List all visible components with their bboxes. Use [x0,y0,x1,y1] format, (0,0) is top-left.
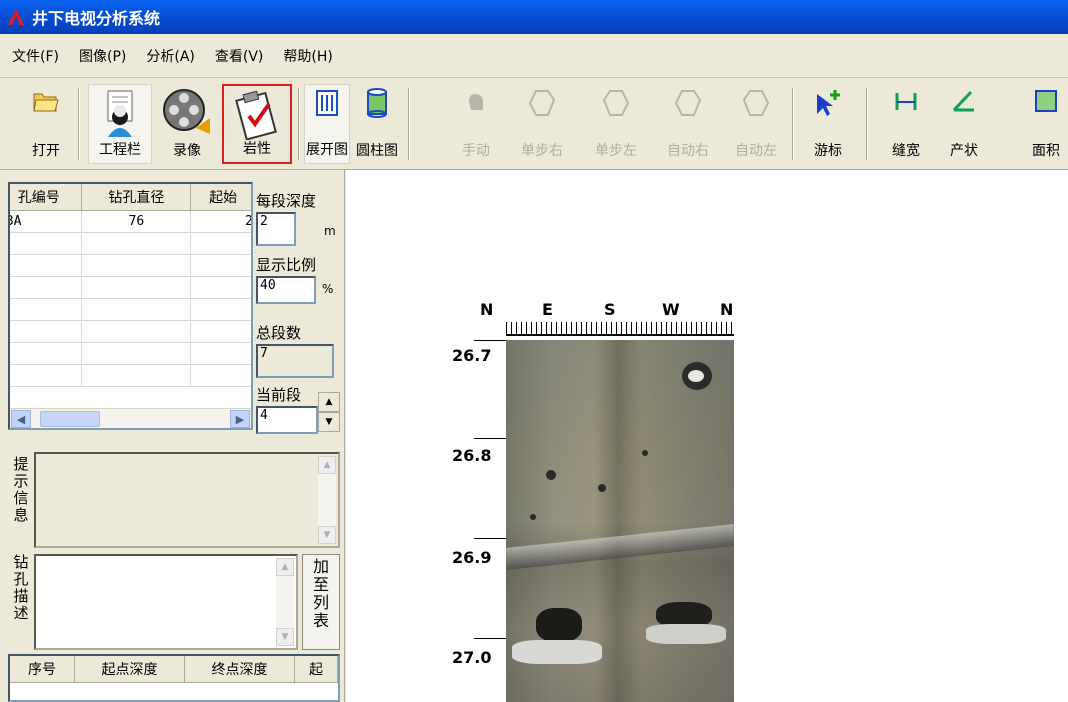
depth-unit: m [324,224,336,238]
scroll-right-icon[interactable]: ▶ [230,410,250,428]
auto-right-button[interactable]: 自动右 [660,84,716,164]
menu-view[interactable]: 查看(V) [211,44,268,68]
scroll-left-icon[interactable]: ◀ [11,410,31,428]
menu-file[interactable]: 文件(F) [8,44,63,68]
depth-per-seg-label: 每段深度 [256,192,317,210]
scroll-up-icon[interactable]: ▲ [318,456,336,474]
scroll-down-icon[interactable]: ▼ [318,526,336,544]
lithology-button[interactable]: 岩性 [222,84,292,164]
title-bar: 井下电视分析系统 [0,0,1068,34]
menu-bar: 文件(F) 图像(P) 分析(A) 查看(V) 帮助(H) [0,34,1068,78]
description-field[interactable]: ▲ ▼ [34,554,298,650]
app-logo-icon [8,9,24,25]
gap-width-button[interactable]: 缝宽 [886,84,926,164]
attitude-button[interactable]: 产状 [944,84,984,164]
depth-label: 26.8 [452,446,492,465]
depth-per-seg-field[interactable]: 2 [256,212,296,246]
auto-left-button[interactable]: 自动左 [728,84,784,164]
borehole-table[interactable]: 孔编号 钻孔直径 起始 53A 76 2 ◀ ▶ [8,182,253,430]
film-reel-icon [163,89,210,134]
col-hole-id[interactable]: 孔编号 [10,184,83,211]
total-segments-label: 总段数 [256,324,302,342]
engineer-icon [107,90,133,137]
record-button[interactable]: 录像 [156,84,218,164]
ruler-ticks [506,322,734,336]
scroll-down-icon[interactable]: ▼ [276,628,294,646]
spin-up-icon[interactable]: ▲ [318,392,340,412]
scale-label: 显示比例 [256,256,317,274]
scale-field[interactable]: 40 [256,276,316,304]
depth-label: 26.9 [452,548,492,567]
area-icon [1035,90,1057,112]
hand-icon [469,94,483,110]
folder-open-icon [33,93,59,112]
current-segment-label: 当前段 [256,386,302,404]
col-end-depth[interactable]: 终点深度 [184,656,295,683]
compass-e: E [542,300,553,319]
col-start[interactable]: 起始 [190,184,251,211]
cursor-plus-icon [817,90,840,116]
hint-label: 提示信息 [13,455,29,524]
scroll-up-icon[interactable]: ▲ [276,558,294,576]
window-title: 井下电视分析系统 [32,9,161,28]
depth-label: 26.7 [452,346,492,365]
cylinder-icon [367,88,387,118]
manual-button[interactable]: 手动 [454,84,498,164]
compass-n-right: N [720,300,734,319]
col-diameter[interactable]: 钻孔直径 [81,184,192,211]
col-start-depth[interactable]: 起点深度 [74,656,185,683]
unfold-view-button[interactable]: 展开图 [304,84,350,164]
add-to-list-button[interactable]: 加至列表 [302,554,340,650]
step-right-button[interactable]: 单步右 [514,84,570,164]
total-segments-field: 7 [256,344,334,378]
table-row[interactable]: 53A 76 2 [10,210,251,233]
cursor-button[interactable]: 游标 [806,84,850,164]
segment-spinner[interactable]: ▲ ▼ [318,392,340,432]
compass-n-left: N [480,300,494,319]
left-panel: 孔编号 钻孔直径 起始 53A 76 2 ◀ ▶ 每段深度 2 m 显示比例 4… [0,170,345,702]
compass-s: S [604,300,616,319]
width-measure-icon [895,93,917,110]
compass-w: W [662,300,680,319]
image-viewport[interactable]: N E S W N 26.7 26.8 26.9 27.0 [346,170,1068,702]
clipboard-check-icon [235,90,277,140]
open-button[interactable]: 打开 [22,84,70,164]
step-left-button[interactable]: 单步左 [588,84,644,164]
depth-label: 27.0 [452,648,492,667]
auto-rotate-right-icon [674,90,702,116]
current-segment-field[interactable]: 4 [256,406,318,434]
auto-rotate-left-icon [742,90,770,116]
scale-unit: % [322,282,334,296]
area-button[interactable]: 面积 [1024,84,1068,164]
project-panel-button[interactable]: 工程栏 [88,84,152,164]
rotate-left-icon [602,90,630,116]
col-seq[interactable]: 序号 [10,656,76,683]
menu-analysis[interactable]: 分析(A) [142,44,199,68]
table-hscrollbar[interactable]: ◀ ▶ [10,408,251,428]
borehole-image[interactable] [506,340,734,702]
compass-ruler: N E S W N [480,294,740,338]
rotate-right-icon [528,90,556,116]
cylinder-view-button[interactable]: 圆柱图 [354,84,400,164]
menu-help[interactable]: 帮助(H) [279,44,336,68]
col-start-short[interactable]: 起 [294,656,338,683]
hint-box: ▲ ▼ [34,452,340,548]
description-label: 钻孔描述 [13,553,29,622]
menu-image[interactable]: 图像(P) [75,44,130,68]
scroll-thumb[interactable] [40,411,100,427]
unfold-view-icon [316,90,338,116]
toolbar: 打开 工程栏 录像 岩性 展开图 圆柱图 手动 单步右 单步左 自动右 自动左 [0,78,1068,170]
angle-icon [952,90,974,112]
segment-table[interactable]: 序号 起点深度 终点深度 起 [8,654,340,702]
spin-down-icon[interactable]: ▼ [318,412,340,432]
